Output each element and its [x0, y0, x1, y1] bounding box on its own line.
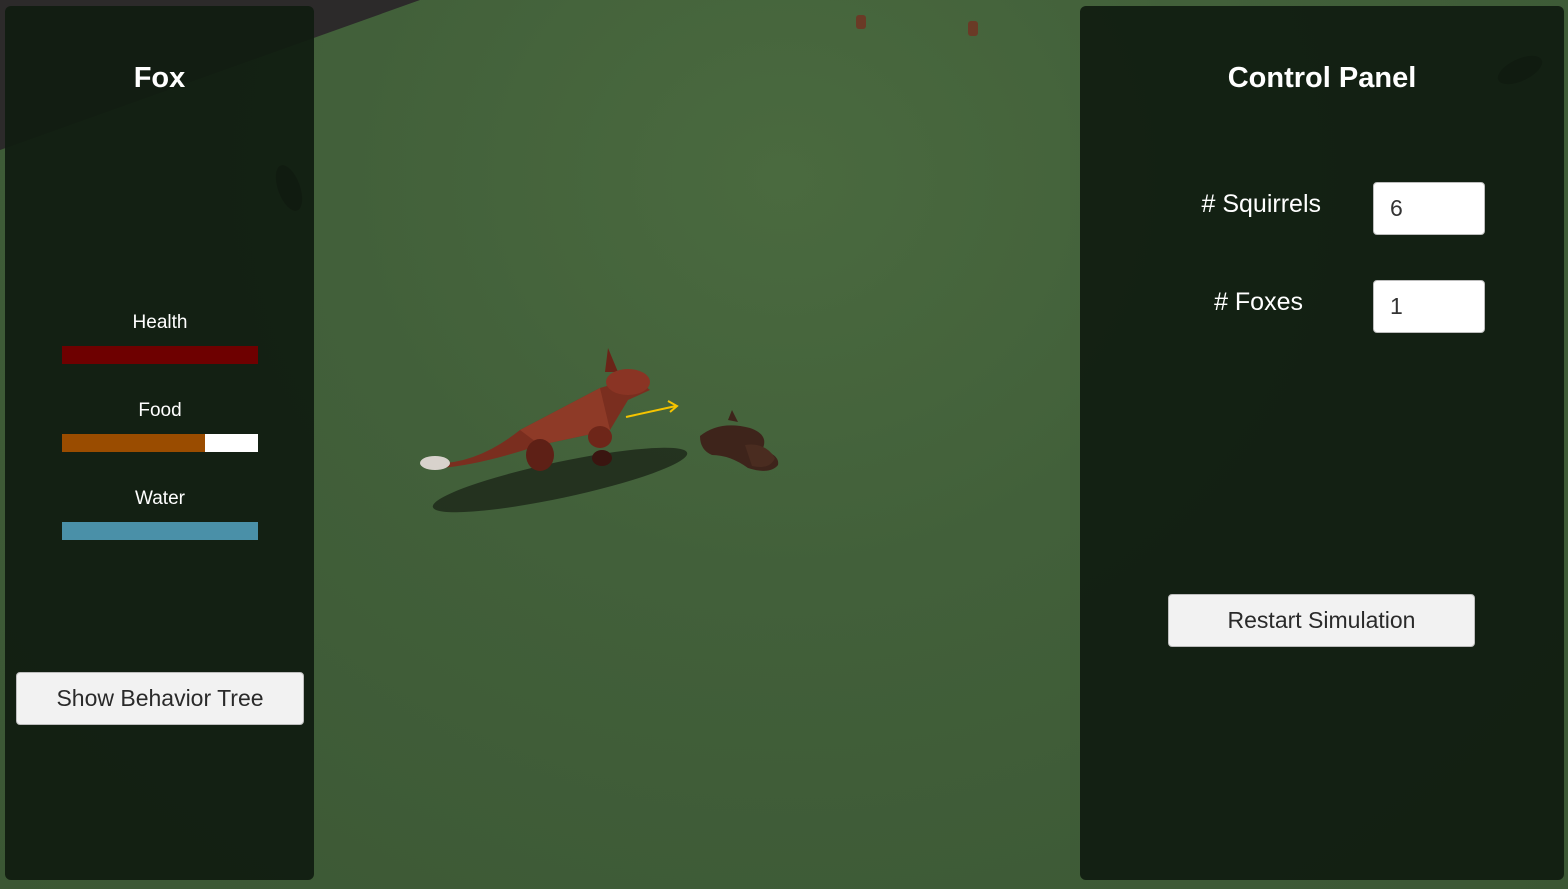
foxes-label: # Foxes	[1214, 288, 1303, 316]
water-bar-fill	[62, 522, 258, 540]
health-bar-fill	[62, 346, 258, 364]
fox-status-panel: Fox Health Food Water Show Behavior Tree	[5, 6, 314, 880]
panel-title: Fox	[133, 62, 186, 94]
food-bar-fill	[62, 434, 206, 452]
squirrels-label: # Squirrels	[1201, 190, 1322, 218]
water-bar	[62, 522, 258, 540]
target-arrow	[625, 400, 679, 418]
distant-squirrel	[856, 15, 866, 29]
foxes-input[interactable]	[1373, 280, 1485, 333]
distant-squirrel	[968, 21, 978, 36]
health-bar	[62, 346, 258, 364]
food-label: Food	[138, 400, 182, 421]
squirrels-input[interactable]	[1373, 182, 1485, 235]
panel-title: Control Panel	[1227, 62, 1417, 94]
restart-simulation-button[interactable]: Restart Simulation	[1168, 594, 1475, 647]
squirrel-model[interactable]	[700, 410, 779, 471]
water-label: Water	[135, 488, 185, 509]
control-panel: Control Panel # Squirrels # Foxes Restar…	[1080, 6, 1564, 880]
fox-shadow	[432, 447, 688, 513]
health-label: Health	[132, 312, 188, 333]
show-behavior-tree-button[interactable]: Show Behavior Tree	[16, 672, 304, 725]
food-bar	[62, 434, 258, 452]
